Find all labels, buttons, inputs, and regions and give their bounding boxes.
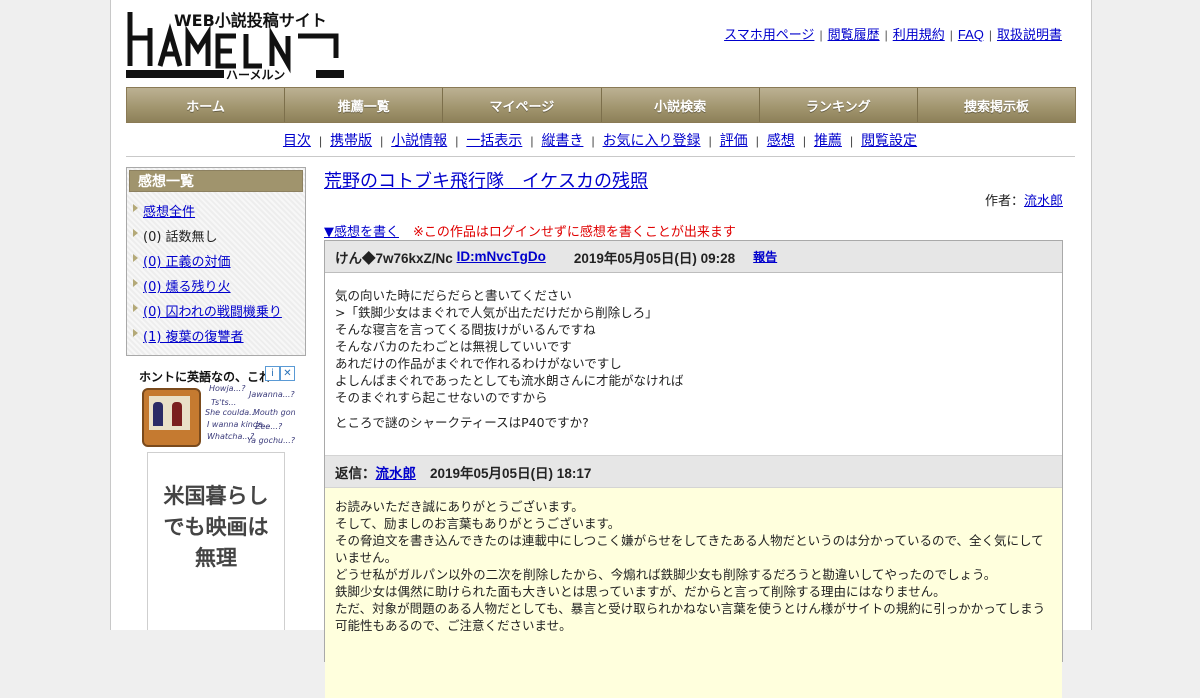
subnav-mobile[interactable]: 携帯版 [330, 132, 372, 148]
ad-bubble: Mouth gonna... [253, 408, 295, 417]
ad-info-icon[interactable]: i [265, 366, 280, 381]
ad-bubble: She coulda... [205, 408, 257, 417]
nav-ranking[interactable]: ランキング [759, 88, 918, 122]
comment-line: >「鉄脚少女はまぐれで人気が出ただけだから削除しろ」 [335, 305, 658, 320]
tv-illustration-icon [142, 388, 201, 447]
comment-line: そんな寝言を言ってくる間抜けがいるんですね [335, 322, 596, 337]
subnav-show-all[interactable]: 一括表示 [466, 132, 522, 148]
sidebar-item-chapter[interactable]: (0) 正義の対価 [127, 248, 305, 273]
logo-kana: ハーメルン [226, 68, 285, 80]
comment-user: けん◆7w76kxZ/Nc [335, 250, 453, 266]
bullet-icon [133, 204, 138, 212]
main-nav: ホーム 推薦一覧 マイページ 小説検索 ランキング 捜索掲示板 [126, 87, 1076, 123]
sidebar-item-no-chapter: (0) 話数無し [127, 223, 305, 248]
bullet-icon [133, 304, 138, 312]
comment-body: 気の向いた時にだらだらと書いてください >「鉄脚少女はまぐれで人気が出ただけだか… [325, 273, 1062, 455]
advertisement[interactable]: ホントに英語なの、これ i ✕ Howja...? Jawanna...? Ts… [137, 366, 295, 630]
reply-author-link[interactable]: 流水郎 [376, 462, 417, 482]
comment-line: ところで謎のシャークティースはP40ですか? [335, 415, 589, 430]
ad-banner: ホントに英語なの、これ i ✕ Howja...? Jawanna...? Ts… [137, 366, 295, 447]
page: WEB小説投稿サイト ハーメルン スマホ用ページ | 閲覧履歴 | 利用規約 | FAQ | 取… [110, 0, 1092, 698]
subnav-recommend[interactable]: 推薦 [814, 132, 842, 148]
logo-graphic: WEB小説投稿サイト ハーメルン [126, 8, 346, 82]
reply-line: 鉄脚少女は偶然に助けられた面も大きいとは思っていますが、だからと言って削除する理… [335, 584, 946, 599]
reply-label: 返信： [335, 465, 376, 481]
comment-line: あれだけの作品がまぐれで作れるわけがないですし [335, 356, 622, 371]
subnav-novel-info[interactable]: 小説情報 [391, 132, 447, 148]
comment-box: けん◆7w76kxZ/Nc ID:mNvcTgDo 2019年05月05日(日)… [324, 240, 1063, 698]
ad-bubble: Jawanna...? [249, 390, 295, 399]
divider [126, 156, 1075, 157]
login-warning: ※この作品はログインせずに感想を書くことが出来ます [413, 225, 736, 240]
ad-bubble: Zee...? [255, 422, 283, 431]
nav-mypage[interactable]: マイページ [443, 88, 602, 122]
author-line: 作者：流水郎 [984, 194, 1063, 209]
comment-line: そのまぐれすら起こせないのですから [335, 390, 548, 405]
logo-caption: WEB小説投稿サイト [174, 11, 327, 30]
author-link[interactable]: 流水郎 [1024, 194, 1063, 209]
sidebar-item-all[interactable]: 感想全件 [127, 198, 305, 223]
nav-recommendations[interactable]: 推薦一覧 [285, 88, 444, 122]
comment-date: 2019年05月05日(日) 09:28 [573, 250, 736, 266]
comment-line: 気の向いた時にだらだらと書いてください [335, 288, 572, 303]
ad-headline: 米国暮らし でも映画は 無理 [163, 484, 269, 570]
reply-line: その脅迫文を書き込んできたのは連載中にしつこく嫌がらせをしてきたある人物だという… [335, 533, 1044, 565]
ad-card: 米国暮らし でも映画は 無理 [147, 452, 285, 630]
reply-line: どうせ私がガルパン以外の二次を削除したから、今煽れば鉄脚少女も削除するだろうと勘… [335, 567, 997, 582]
bullet-icon [133, 229, 138, 237]
subnav-favorite[interactable]: お気に入り登録 [603, 132, 701, 148]
sidebar-list: 感想全件 (0) 話数無し (0) 正義の対価 (0) 燻る残り火 (0) 囚わ… [127, 198, 305, 348]
sub-nav: 目次 | 携帯版 | 小説情報 | 一括表示 | 縦書き | お気に入り登録 | 評価 | 感想 | 推薦 | 閲覧… [282, 132, 918, 148]
nav-home[interactable]: ホーム [127, 88, 286, 122]
ad-bubble: Howja...? [209, 384, 246, 393]
bullet-icon [133, 279, 138, 287]
comment-user-id[interactable]: ID:mNvcTgDo [457, 249, 546, 264]
subnav-view-settings[interactable]: 閲覧設定 [861, 132, 917, 148]
reply-line: お読みいただき誠にありがとうございます。 [335, 499, 584, 514]
top-links: スマホ用ページ | 閲覧履歴 | 利用規約 | FAQ | 取扱説明書 [724, 27, 1062, 42]
reply-body: お読みいただき誠にありがとうございます。 そして、励ましのお言葉もありがとうござ… [325, 488, 1062, 698]
subnav-rating[interactable]: 評価 [720, 132, 748, 148]
reply-line: そして、励ましのお言葉もありがとうございます。 [335, 516, 621, 531]
bullet-icon [133, 329, 138, 337]
sidebar-item-chapter[interactable]: (0) 囚われの戦闘機乗り [127, 298, 305, 323]
comment-line: よしんばまぐれであったとしても流水朗さんに才能がなければ [335, 373, 684, 388]
subnav-toc[interactable]: 目次 [283, 132, 311, 148]
subnav-vertical[interactable]: 縦書き [541, 132, 583, 148]
ad-title: ホントに英語なの、これ [139, 370, 269, 384]
reply-line: ただ、対象が問題のある人物だとしても、暴言と受け取られかねない言葉を使うとけん様… [335, 601, 1046, 633]
sidebar-title: 感想一覧 [129, 170, 303, 192]
novel-title[interactable]: 荒野のコトブキ飛行隊 イケスカの残照 [324, 167, 648, 193]
write-comment-line: ▼感想を書く ※この作品はログインせずに感想を書くことが出来ます [324, 221, 736, 240]
ad-badges: i ✕ [265, 366, 295, 381]
nav-novel-search[interactable]: 小説検索 [601, 88, 760, 122]
ad-bubble: Ts'ts... [211, 398, 237, 407]
comment-header: けん◆7w76kxZ/Nc ID:mNvcTgDo 2019年05月05日(日)… [325, 241, 1062, 273]
hameln-logo[interactable]: WEB小説投稿サイト ハーメルン [126, 8, 346, 82]
comment-line: そんなバカのたわごとは無視していいです [335, 339, 572, 354]
ad-bubble: Ya gochu...? [247, 436, 295, 445]
reply-header: 返信： 流水郎 2019年05月05日(日) 18:17 [325, 455, 1062, 488]
report-link[interactable]: 報告 [753, 248, 777, 265]
write-comment-link[interactable]: ▼感想を書く [324, 225, 399, 240]
subnav-comments[interactable]: 感想 [767, 132, 795, 148]
toplink-manual[interactable]: 取扱説明書 [997, 27, 1062, 42]
ad-close-icon[interactable]: ✕ [280, 366, 295, 381]
bullet-icon [133, 254, 138, 262]
sidebar-item-chapter[interactable]: (1) 複葉の復讐者 [127, 323, 305, 348]
toplink-faq[interactable]: FAQ [958, 27, 984, 42]
toplink-smartphone[interactable]: スマホ用ページ [724, 27, 814, 42]
reply-date: 2019年05月05日(日) 18:17 [430, 465, 592, 481]
toplink-history[interactable]: 閲覧履歴 [828, 27, 880, 42]
sidebar-item-chapter[interactable]: (0) 燻る残り火 [127, 273, 305, 298]
comment-list-sidebar: 感想一覧 感想全件 (0) 話数無し (0) 正義の対価 (0) 燻る残り火 (… [126, 167, 306, 356]
nav-search-board[interactable]: 捜索掲示板 [917, 88, 1076, 122]
toplink-terms[interactable]: 利用規約 [893, 27, 945, 42]
